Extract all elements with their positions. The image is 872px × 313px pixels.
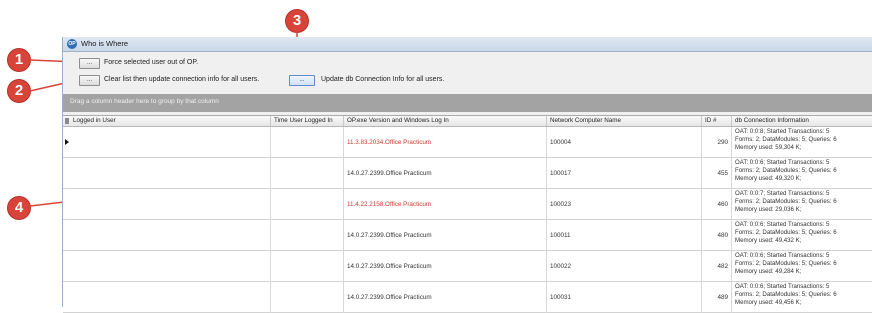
table-row[interactable]: 11.3.83.2034.Office Practicum 100004 290… — [63, 127, 872, 158]
table-row[interactable]: 14.0.27.2399.Office Practicum 100031 489… — [63, 282, 872, 313]
table-row[interactable]: 14.0.27.2399.Office Practicum 100017 455… — [63, 158, 872, 189]
cell-user[interactable] — [73, 282, 271, 313]
cell-time[interactable] — [271, 282, 344, 313]
table-row[interactable]: 11.4.22.2158.Office Practicum 100023 460… — [63, 189, 872, 220]
column-label: Logged in User — [73, 117, 116, 124]
cell-version[interactable]: 11.3.83.2034.Office Practicum — [344, 127, 547, 158]
cell-id[interactable]: 482 — [702, 251, 732, 282]
cell-user[interactable] — [73, 189, 271, 220]
column-header-computer-name[interactable]: Network Computer Name — [547, 116, 702, 126]
cell-db-connection[interactable]: OAT: 0:0:6; Started Transactions: 5 Forms… — [732, 220, 872, 251]
cell-computer[interactable]: 100022 — [547, 251, 702, 282]
cell-computer[interactable]: 100011 — [547, 220, 702, 251]
title-bar: OP Who is Where — [63, 37, 872, 52]
cell-computer[interactable]: 100004 — [547, 127, 702, 158]
cell-user[interactable] — [73, 158, 271, 189]
cell-db-connection[interactable]: OAT: 0:0:8; Started Transactions: 5 Forms… — [732, 127, 872, 158]
grid-header: Logged in User Time User Logged In OP.ex… — [63, 116, 872, 127]
cell-computer[interactable]: 100017 — [547, 158, 702, 189]
force-out-button[interactable]: ... — [79, 58, 100, 69]
column-header-version[interactable]: OP.exe Version and Windows Log In — [344, 116, 547, 126]
cell-version[interactable]: 14.0.27.2399.Office Practicum — [344, 251, 547, 282]
column-header-id[interactable]: ID # — [702, 116, 732, 126]
window-title: Who is Where — [81, 39, 129, 48]
callout-3: 3 — [286, 10, 308, 32]
cell-time[interactable] — [271, 158, 344, 189]
group-by-hint: Drag a column header here to group by th… — [70, 98, 219, 105]
table-row[interactable]: 14.0.27.2399.Office Practicum 100011 480… — [63, 220, 872, 251]
column-header-time-logged-in[interactable]: Time User Logged In — [271, 116, 344, 126]
cell-user[interactable] — [73, 220, 271, 251]
column-pin-icon[interactable] — [65, 118, 69, 124]
cell-computer[interactable]: 100031 — [547, 282, 702, 313]
cell-time[interactable] — [271, 220, 344, 251]
force-out-label: Force selected user out of OP. — [104, 59, 199, 66]
cell-version[interactable]: 14.0.27.2399.Office Practicum — [344, 282, 547, 313]
cell-version[interactable]: 14.0.27.2399.Office Practicum — [344, 220, 547, 251]
cell-id[interactable]: 489 — [702, 282, 732, 313]
table-row[interactable]: 14.0.27.2399.Office Practicum 100022 482… — [63, 251, 872, 282]
cell-time[interactable] — [271, 127, 344, 158]
update-db-button[interactable]: ... — [289, 75, 315, 86]
cell-version[interactable]: 14.0.27.2399.Office Practicum — [344, 158, 547, 189]
cell-id[interactable]: 455 — [702, 158, 732, 189]
cell-user[interactable] — [73, 127, 271, 158]
cell-id[interactable]: 290 — [702, 127, 732, 158]
callout-1: 1 — [8, 49, 30, 71]
column-header-logged-in-user[interactable]: Logged in User — [63, 116, 271, 126]
users-grid: Logged in User Time User Logged In OP.ex… — [63, 115, 872, 313]
cell-db-connection[interactable]: OAT: 0:0:6; Started Transactions: 5 Forms… — [732, 251, 872, 282]
update-db-label: Update db Connection Info for all users. — [321, 76, 445, 83]
cell-version[interactable]: 11.4.22.2158.Office Practicum — [344, 189, 547, 220]
cell-computer[interactable]: 100023 — [547, 189, 702, 220]
cell-time[interactable] — [271, 251, 344, 282]
cell-id[interactable]: 460 — [702, 189, 732, 220]
app-logo-icon: OP — [67, 39, 77, 49]
cell-db-connection[interactable]: OAT: 0:0:6; Started Transactions: 5 Forms… — [732, 158, 872, 189]
group-by-panel[interactable]: Drag a column header here to group by th… — [63, 94, 872, 112]
cell-user[interactable] — [73, 251, 271, 282]
cell-time[interactable] — [271, 189, 344, 220]
cell-id[interactable]: 480 — [702, 220, 732, 251]
cell-db-connection[interactable]: OAT: 0:0:6; Started Transactions: 5 Forms… — [732, 282, 872, 313]
clear-update-button[interactable]: ... — [79, 75, 100, 86]
who-is-where-window: OP Who is Where ... Force selected user … — [62, 37, 872, 313]
callout-4: 4 — [8, 197, 30, 219]
current-row-indicator-icon — [65, 139, 69, 145]
column-header-db-connection[interactable]: db Connection Information — [732, 116, 872, 126]
callout-2: 2 — [8, 80, 30, 102]
clear-update-label: Clear list then update connection info f… — [104, 76, 260, 83]
cell-db-connection[interactable]: OAT: 0:0:7; Started Transactions: 5 Forms… — [732, 189, 872, 220]
